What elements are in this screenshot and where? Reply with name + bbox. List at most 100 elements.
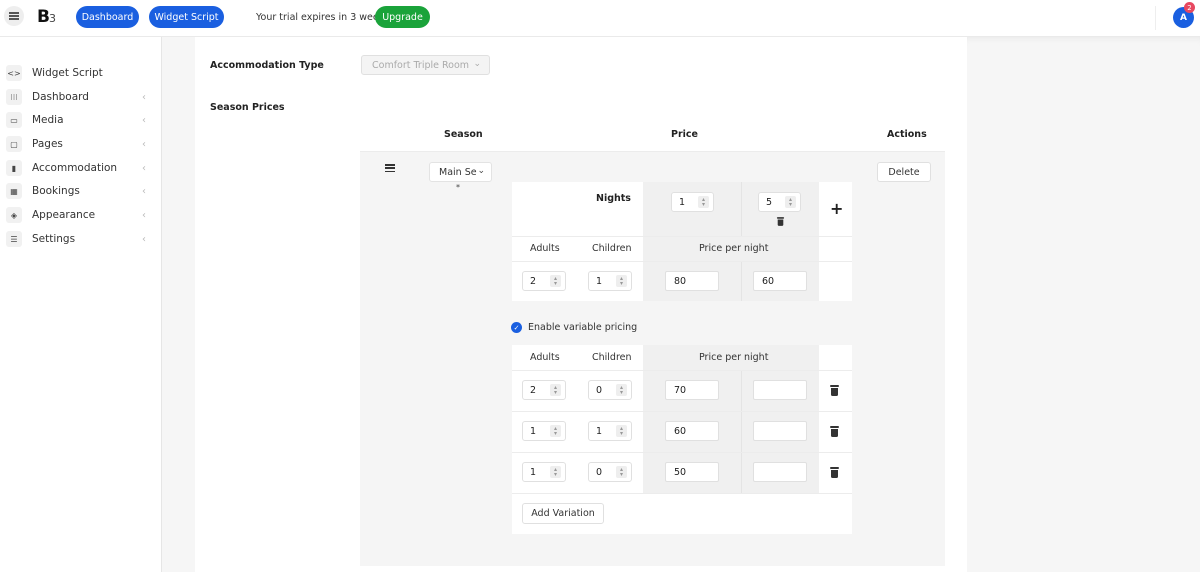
enable-variable-pricing-label: Enable variable pricing <box>528 322 638 333</box>
trial-notice: Your trial expires in 3 weeks <box>256 12 390 23</box>
delete-nights-icon[interactable] <box>776 217 785 226</box>
divider <box>512 236 852 237</box>
widget-script-button[interactable]: Widget Script <box>149 6 224 28</box>
add-variation-button[interactable]: Add Variation <box>522 503 604 524</box>
adults-header: Adults <box>530 352 560 363</box>
accommodation-type-label: Accommodation Type <box>210 60 324 71</box>
variation-price-input-1[interactable]: 60 <box>665 421 719 441</box>
logo[interactable]: B3 <box>37 7 56 27</box>
divider <box>741 261 742 301</box>
spinner-icon[interactable]: ▴ ▾ <box>785 196 796 208</box>
chevron-left-icon: ‹ <box>142 233 146 245</box>
spinner-icon[interactable]: ▴ ▾ <box>698 196 709 208</box>
divider <box>741 370 742 493</box>
top-bar: B3 Dashboard Widget Script Your trial ex… <box>0 0 1200 37</box>
divider <box>1155 6 1156 30</box>
sliders-icon: ☰ <box>6 231 22 247</box>
base-children-input[interactable]: 1 ▴ ▾ <box>588 271 632 291</box>
folder-icon: ▢ <box>6 136 22 152</box>
chevron-left-icon: ‹ <box>142 138 146 150</box>
adults-header: Adults <box>530 243 560 254</box>
sidebar-item-settings[interactable]: ☰ Settings ‹ <box>6 230 146 248</box>
column-header-season: Season <box>444 129 483 140</box>
variation-price-input-2[interactable] <box>753 380 807 400</box>
variation-price-input-1[interactable]: 70 <box>665 380 719 400</box>
delete-season-button[interactable]: Delete <box>877 162 931 182</box>
divider <box>512 370 852 371</box>
sidebar-item-widget-script[interactable]: <> Widget Script <box>6 64 146 82</box>
variation-children-input[interactable]: 0 ▴ ▾ <box>588 462 632 482</box>
divider <box>741 182 742 236</box>
price-per-night-header: Price per night <box>699 352 769 363</box>
building-icon: ▮ <box>6 160 22 176</box>
divider <box>512 452 852 453</box>
required-marker: * <box>456 183 460 192</box>
drag-handle-icon[interactable] <box>385 164 395 173</box>
dashboard-button[interactable]: Dashboard <box>76 6 139 28</box>
accommodation-type-select: Comfort Triple Room ⌄ <box>361 55 490 75</box>
variation-price-input-1[interactable]: 50 <box>665 462 719 482</box>
paint-bucket-icon: ◈ <box>6 207 22 223</box>
chevron-left-icon: ‹ <box>142 185 146 197</box>
variation-children-input[interactable]: 1 ▴ ▾ <box>588 421 632 441</box>
sidebar: <> Widget Script ⁝⁝⁝ Dashboard ‹ ▭ Media… <box>0 37 162 572</box>
nights-label: Nights <box>596 193 631 204</box>
delete-variation-icon[interactable] <box>830 467 839 478</box>
variation-adults-input[interactable]: 2 ▴ ▾ <box>522 380 566 400</box>
season-select[interactable]: Main Se ⌄ <box>429 162 492 182</box>
chevron-down-icon: ⌄ <box>473 59 481 69</box>
delete-variation-icon[interactable] <box>830 385 839 396</box>
variation-children-input[interactable]: 0 ▴ ▾ <box>588 380 632 400</box>
base-adults-input[interactable]: 2 ▴ ▾ <box>522 271 566 291</box>
code-icon: <> <box>6 65 22 81</box>
menu-toggle-button[interactable] <box>4 6 24 26</box>
enable-variable-pricing-checkbox[interactable]: ✓ <box>511 322 522 333</box>
spinner-icon[interactable]: ▴ ▾ <box>550 466 561 478</box>
price-per-night-header: Price per night <box>699 243 769 254</box>
children-header: Children <box>592 243 632 254</box>
upgrade-button[interactable]: Upgrade <box>375 6 430 28</box>
calendar-icon: ▦ <box>6 183 22 199</box>
column-header-actions: Actions <box>887 129 927 140</box>
sidebar-item-dashboard[interactable]: ⁝⁝⁝ Dashboard ‹ <box>6 88 146 106</box>
hamburger-icon <box>9 15 19 17</box>
chevron-left-icon: ‹ <box>142 162 146 174</box>
add-nights-icon[interactable]: + <box>830 199 843 218</box>
sidebar-item-appearance[interactable]: ◈ Appearance ‹ <box>6 206 146 224</box>
spinner-icon[interactable]: ▴ ▾ <box>550 275 561 287</box>
sidebar-item-media[interactable]: ▭ Media ‹ <box>6 111 146 129</box>
divider <box>512 261 852 262</box>
notification-badge: 2 <box>1184 2 1195 13</box>
variation-price-input-2[interactable] <box>753 421 807 441</box>
chevron-left-icon: ‹ <box>142 91 146 103</box>
chevron-down-icon: ⌄ <box>477 166 485 176</box>
delete-variation-icon[interactable] <box>830 426 839 437</box>
content-gutter <box>162 37 195 572</box>
nights-to-input[interactable]: 5 ▴ ▾ <box>758 192 801 212</box>
divider <box>512 493 852 494</box>
grid-icon: ⁝⁝⁝ <box>6 89 22 105</box>
column-header-price: Price <box>671 129 698 140</box>
children-header: Children <box>592 352 632 363</box>
spinner-icon[interactable]: ▴ ▾ <box>550 384 561 396</box>
sidebar-item-bookings[interactable]: ▦ Bookings ‹ <box>6 182 146 200</box>
right-area <box>967 37 1200 572</box>
spinner-icon[interactable]: ▴ ▾ <box>616 384 627 396</box>
spinner-icon[interactable]: ▴ ▾ <box>550 425 561 437</box>
sidebar-item-pages[interactable]: ▢ Pages ‹ <box>6 135 146 153</box>
image-icon: ▭ <box>6 112 22 128</box>
spinner-icon[interactable]: ▴ ▾ <box>616 425 627 437</box>
spinner-icon[interactable]: ▴ ▾ <box>616 275 627 287</box>
variation-adults-input[interactable]: 1 ▴ ▾ <box>522 421 566 441</box>
sidebar-item-accommodation[interactable]: ▮ Accommodation ‹ <box>6 159 146 177</box>
chevron-left-icon: ‹ <box>142 209 146 221</box>
nights-from-input[interactable]: 1 ▴ ▾ <box>671 192 714 212</box>
chevron-left-icon: ‹ <box>142 114 146 126</box>
divider <box>512 411 852 412</box>
base-price-input-2[interactable]: 60 <box>753 271 807 291</box>
spinner-icon[interactable]: ▴ ▾ <box>616 466 627 478</box>
season-prices-label: Season Prices <box>210 102 285 113</box>
variation-adults-input[interactable]: 1 ▴ ▾ <box>522 462 566 482</box>
variation-price-input-2[interactable] <box>753 462 807 482</box>
base-price-input-1[interactable]: 80 <box>665 271 719 291</box>
